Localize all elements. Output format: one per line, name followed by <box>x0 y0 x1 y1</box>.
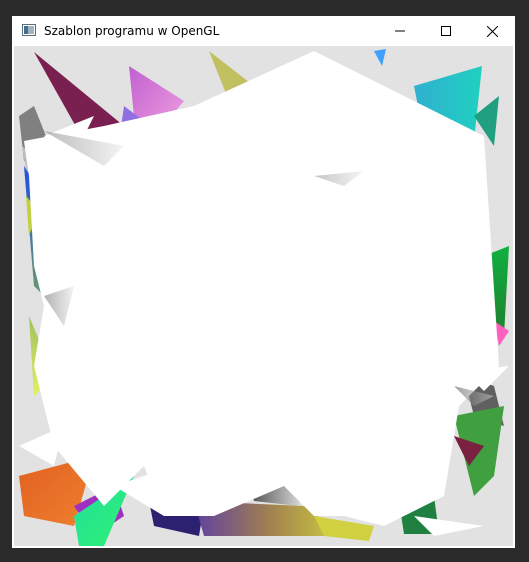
maximize-icon <box>441 26 451 36</box>
opengl-canvas[interactable] <box>14 46 513 546</box>
minimize-icon <box>395 30 405 32</box>
window-title: Szablon programu w OpenGL <box>44 24 220 38</box>
opengl-render <box>19 49 509 546</box>
maximize-button[interactable] <box>423 16 469 46</box>
close-button[interactable] <box>469 16 515 46</box>
app-icon <box>22 24 36 36</box>
minimize-button[interactable] <box>377 16 423 46</box>
close-icon <box>486 25 498 37</box>
application-window: Szablon programu w OpenGL <box>12 16 515 548</box>
title-bar[interactable]: Szablon programu w OpenGL <box>12 16 515 46</box>
